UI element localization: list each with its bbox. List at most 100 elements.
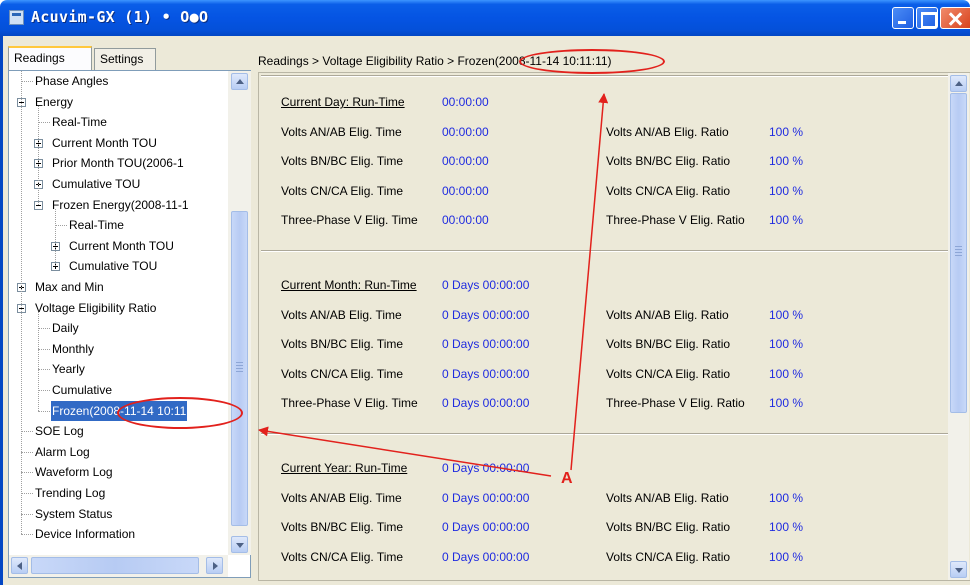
tree-connector: [21, 534, 33, 536]
tree-item-label: SOE Log: [35, 424, 84, 439]
elig-ratio-label: Volts CN/CA Elig. Ratio: [606, 366, 731, 381]
elig-ratio-value: 100 %: [769, 520, 804, 534]
elig-ratio-label: Volts CN/CA Elig. Ratio: [606, 549, 731, 564]
scroll-right-button[interactable]: [206, 557, 223, 574]
elig-ratio-value: 100 %: [769, 154, 804, 168]
minimize-button[interactable]: [892, 7, 914, 29]
tree-item[interactable]: Daily: [51, 318, 80, 338]
elig-ratio-value: 100 %: [769, 490, 804, 505]
elig-ratio-label: Three-Phase V Elig. Ratio: [606, 396, 745, 410]
section-header-value: 0 Days 00:00:00: [442, 461, 530, 475]
tree-item[interactable]: Cumulative TOU: [68, 256, 158, 276]
content-vertical-scrollbar[interactable]: [948, 73, 969, 580]
tree-item[interactable]: Yearly: [51, 359, 86, 379]
close-button[interactable]: [940, 7, 970, 29]
elig-time-value: 00:00:00: [442, 213, 489, 227]
tree-connector: [21, 513, 33, 515]
tree-connector: [38, 122, 50, 124]
tree-item[interactable]: Cumulative: [51, 380, 113, 400]
tree-item-label: Trending Log: [35, 486, 106, 500]
elig-ratio-label: Volts BN/BC Elig. Ratio: [606, 337, 731, 351]
tree-item[interactable]: Max and Min: [34, 277, 105, 297]
elig-time-value: 0 Days 00:00:00: [442, 549, 530, 564]
tree-item[interactable]: Phase Angles: [34, 71, 109, 91]
tree-item[interactable]: Device Information: [34, 524, 136, 544]
navigation-tree: Phase Angles Energy Real-Time Current Month…: [9, 71, 228, 555]
title-bar[interactable]: Acuvim-GX (1) • O●O: [0, 0, 970, 36]
annotation-ellipse-breadcrumb: [519, 49, 665, 74]
tree-connector: [21, 493, 33, 494]
section-header-label: Current Month: Run-Time: [281, 278, 417, 292]
tab-readings[interactable]: Readings: [8, 46, 92, 70]
elig-time-label: Three-Phase V Elig. Time: [281, 396, 418, 410]
elig-time-value: 0 Days 00:00:00: [442, 307, 530, 322]
tree-item[interactable]: Voltage Eligibility Ratio: [34, 298, 157, 318]
tree-item-label: Cumulative TOU: [52, 177, 141, 191]
tree-item[interactable]: Prior Month TOU(2006-1: [51, 153, 185, 173]
elig-ratio-label: Volts BN/BC Elig. Ratio: [606, 520, 731, 534]
elig-time-value: 0 Days 00:00:00: [442, 490, 530, 505]
tree-item[interactable]: Trending Log: [34, 483, 106, 503]
tree-item[interactable]: Cumulative TOU: [51, 174, 141, 194]
chevron-up-icon: [955, 81, 963, 86]
elig-time-label: Volts AN/AB Elig. Time: [281, 307, 402, 322]
tree-item[interactable]: Current Month TOU: [51, 133, 158, 153]
content-scroll-up-button[interactable]: [950, 75, 967, 92]
tree-item-label: Max and Min: [35, 280, 104, 294]
tree-connector: [38, 369, 50, 371]
tree-item[interactable]: Frozen Energy(2008-11-1: [51, 195, 190, 215]
tree-item[interactable]: Real-Time: [68, 215, 125, 235]
annotation-label: A: [561, 470, 573, 487]
elig-time-label: Volts BN/BC Elig. Time: [281, 337, 404, 351]
elig-ratio-value: 100 %: [769, 337, 804, 351]
elig-time-value: 0 Days 00:00:00: [442, 337, 530, 351]
tree-hscroll-thumb[interactable]: [31, 557, 199, 574]
elig-ratio-value: 100 %: [769, 124, 804, 139]
content-scroll-thumb[interactable]: [950, 93, 967, 413]
chevron-down-icon: [955, 568, 963, 573]
tree-scroll-thumb[interactable]: [231, 211, 248, 526]
section-header-value: 00:00:00: [442, 95, 489, 109]
tree-item[interactable]: System Status: [34, 504, 113, 524]
tree-connector: [38, 328, 50, 330]
tree-item[interactable]: Monthly: [51, 339, 95, 359]
content-scroll-down-button[interactable]: [950, 561, 967, 578]
tree-item-label: Current Month TOU: [52, 135, 157, 150]
tree-item[interactable]: Real-Time: [51, 112, 108, 132]
window-title: Acuvim-GX (1) • O●O: [31, 8, 209, 26]
elig-ratio-value: 100 %: [769, 366, 804, 381]
tree-connector: [38, 348, 50, 350]
elig-time-label: Volts BN/BC Elig. Time: [281, 154, 404, 168]
tree-vertical-scrollbar[interactable]: [228, 71, 251, 555]
section-divider: [261, 433, 949, 435]
chevron-down-icon: [236, 543, 244, 548]
tree-item-label: Device Information: [35, 527, 136, 542]
elig-ratio-label: Volts BN/BC Elig. Ratio: [606, 154, 731, 168]
tree-item[interactable]: Alarm Log: [34, 442, 91, 462]
tree-item[interactable]: Waveform Log: [34, 462, 114, 482]
elig-ratio-value: 100 %: [769, 396, 804, 410]
elig-time-value: 0 Days 00:00:00: [442, 366, 530, 381]
tree-item[interactable]: Energy: [34, 92, 74, 112]
maximize-button[interactable]: [916, 7, 938, 29]
tree-item[interactable]: SOE Log: [34, 421, 85, 441]
section-divider: [261, 250, 949, 252]
tree-connector: [38, 410, 50, 412]
tree-connector: [21, 431, 33, 433]
tab-settings[interactable]: Settings: [94, 48, 156, 70]
elig-time-label: Volts AN/AB Elig. Time: [281, 124, 402, 139]
scroll-up-button[interactable]: [231, 73, 248, 90]
elig-time-label: Volts AN/AB Elig. Time: [281, 490, 402, 505]
chevron-right-icon: [213, 562, 218, 570]
elig-time-label: Three-Phase V Elig. Time: [281, 213, 418, 227]
tree-horizontal-scrollbar[interactable]: [9, 555, 228, 577]
tree-connector: [38, 390, 50, 391]
elig-ratio-label: Volts AN/AB Elig. Ratio: [606, 490, 729, 505]
tree-item[interactable]: Current Month TOU: [68, 236, 175, 256]
tree-item-label: Cumulative: [52, 383, 113, 397]
scroll-left-button[interactable]: [11, 557, 28, 574]
tree-connector: [21, 81, 33, 82]
chevron-left-icon: [17, 562, 22, 570]
scroll-down-button[interactable]: [231, 536, 248, 553]
navigation-tree-panel: Phase Angles Energy Real-Time Current Month…: [8, 70, 251, 578]
